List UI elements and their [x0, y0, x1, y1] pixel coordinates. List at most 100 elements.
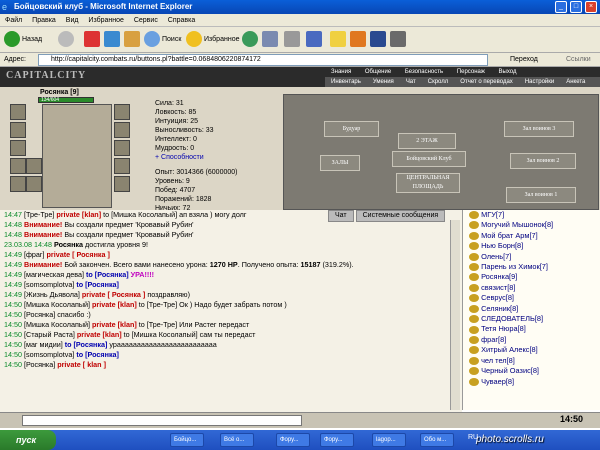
chat-segment[interactable]: Внимание!: [24, 260, 64, 269]
belt-slot[interactable]: [10, 158, 26, 174]
map-room[interactable]: Зал воинов 2: [510, 153, 576, 169]
online-user[interactable]: Севрус[8]: [463, 293, 600, 303]
weapon-slot[interactable]: [10, 122, 26, 138]
online-user[interactable]: Росянка[9]: [463, 272, 600, 282]
item-slot[interactable]: [114, 140, 130, 156]
abilities-link[interactable]: + Способности: [155, 153, 290, 162]
minimize-button[interactable]: _: [555, 1, 567, 13]
nav-settings[interactable]: Настройки: [525, 79, 554, 85]
online-user[interactable]: МГУ[7]: [463, 210, 600, 220]
nav-transfers[interactable]: Отчет о переводах: [460, 79, 513, 85]
tab-chat[interactable]: Чат: [328, 210, 354, 222]
go-button[interactable]: Переход: [510, 53, 538, 67]
chat-segment[interactable]: private [ Росянка ]: [47, 250, 110, 259]
map-room[interactable]: 2 ЭТАЖ: [398, 133, 456, 149]
online-user[interactable]: Мой брат Арм[7]: [463, 231, 600, 241]
back-button[interactable]: Назад: [4, 30, 42, 50]
item-slot[interactable]: [114, 176, 130, 192]
map-room[interactable]: Зал воинов 1: [506, 187, 576, 203]
chat-segment[interactable]: to [Росянка]: [86, 270, 131, 279]
online-user[interactable]: Чуваер[8]: [463, 377, 600, 387]
k-button[interactable]: [370, 30, 388, 50]
menu-help[interactable]: Справка: [168, 17, 195, 24]
task-button[interactable]: Обо м...: [420, 433, 454, 447]
online-user[interactable]: Нью Борн[8]: [463, 241, 600, 251]
menu-view[interactable]: Вид: [66, 17, 79, 24]
item-slot[interactable]: [114, 158, 130, 174]
online-user[interactable]: Парень из Химок[7]: [463, 262, 600, 272]
online-user[interactable]: СЛЕДОВАТЕЛЬ[8]: [463, 314, 600, 324]
chat-segment[interactable]: Внимание!: [24, 230, 64, 239]
start-button[interactable]: пуск: [0, 430, 56, 450]
task-button[interactable]: Бойцо...: [170, 433, 204, 447]
item-slot[interactable]: [114, 104, 130, 120]
chat-scrollbar[interactable]: [450, 220, 460, 410]
online-user[interactable]: фраг[8]: [463, 335, 600, 345]
menu-edit[interactable]: Правка: [32, 17, 56, 24]
messenger-button[interactable]: [330, 30, 348, 50]
task-button[interactable]: lagop...: [372, 433, 406, 447]
map-room[interactable]: ЦЕНТРАЛЬНАЯ ПЛОЩАДЬ: [396, 173, 460, 193]
chat-input[interactable]: [22, 415, 302, 426]
chat-segment[interactable]: Внимание!: [24, 220, 64, 229]
nav-inventory[interactable]: Инвентарь: [331, 79, 361, 85]
chat-segment[interactable]: private [klan]: [92, 300, 139, 309]
tool-button[interactable]: [350, 30, 368, 50]
print-button[interactable]: [284, 30, 302, 50]
links-button[interactable]: Ссылки: [566, 53, 591, 67]
edit-button[interactable]: [306, 30, 324, 50]
maximize-button[interactable]: □: [570, 1, 582, 13]
tab-system-messages[interactable]: Системные сообщения: [355, 210, 446, 222]
item-slot[interactable]: [114, 122, 130, 138]
chat-segment[interactable]: private [ klan ]: [57, 360, 106, 369]
menu-file[interactable]: Файл: [5, 17, 22, 24]
chat-segment[interactable]: to [Росянка]: [76, 280, 119, 289]
history-button[interactable]: [242, 30, 260, 50]
forward-button[interactable]: [58, 30, 76, 50]
nav-skills[interactable]: Умения: [373, 79, 394, 85]
online-user[interactable]: Черный Оазис[8]: [463, 366, 600, 376]
online-user[interactable]: Хитрый Алекс[8]: [463, 345, 600, 355]
online-user[interactable]: связист[8]: [463, 283, 600, 293]
map-room[interactable]: ЗАЛЫ: [320, 155, 360, 171]
task-button[interactable]: Всё о...: [220, 433, 254, 447]
nav-communication[interactable]: Общение: [365, 69, 391, 75]
online-user[interactable]: Тетя Нюра[8]: [463, 324, 600, 334]
chat-segment[interactable]: private [klan]: [92, 320, 139, 329]
nav-chat[interactable]: Чат: [406, 79, 416, 85]
menu-favorites[interactable]: Избранное: [88, 17, 123, 24]
online-user[interactable]: Олень[7]: [463, 252, 600, 262]
item-slot[interactable]: [26, 158, 42, 174]
nav-security[interactable]: Безопасность: [405, 69, 443, 75]
map-room[interactable]: Зал воинов 3: [504, 121, 574, 137]
mail-button[interactable]: [262, 30, 280, 50]
close-button[interactable]: ×: [585, 1, 597, 13]
nav-profile[interactable]: Анкета: [566, 79, 585, 85]
home-button[interactable]: [124, 30, 142, 50]
research-button[interactable]: [390, 30, 408, 50]
map-room[interactable]: Бойцовский Клуб: [392, 151, 466, 167]
ring-slot[interactable]: [10, 176, 26, 192]
armor-slot[interactable]: [10, 140, 26, 156]
address-input[interactable]: http://capitalcity.combats.ru/buttons.pl…: [38, 54, 488, 66]
online-user[interactable]: чел тел[8]: [463, 356, 600, 366]
favorites-button[interactable]: Избранное: [186, 30, 239, 50]
chat-segment[interactable]: private [klan]: [77, 330, 124, 339]
map-room[interactable]: Будуар: [324, 121, 379, 137]
helmet-slot[interactable]: [10, 104, 26, 120]
online-user[interactable]: Могучий Мышонок[8]: [463, 220, 600, 230]
chat-segment[interactable]: private [ Росянка ]: [82, 290, 147, 299]
chat-segment[interactable]: to [Росянка]: [76, 350, 119, 359]
nav-knowledge[interactable]: Знания: [331, 69, 351, 75]
task-button[interactable]: Фору...: [276, 433, 310, 447]
online-user[interactable]: Селяник[8]: [463, 304, 600, 314]
task-button[interactable]: Фору...: [320, 433, 354, 447]
nav-character[interactable]: Персонаж: [457, 69, 485, 75]
nav-scroll[interactable]: Скролл: [428, 79, 449, 85]
chat-segment[interactable]: private [klan]: [56, 210, 103, 219]
nav-exit[interactable]: Выход: [499, 69, 517, 75]
search-button[interactable]: Поиск: [144, 30, 181, 50]
chat-segment[interactable]: to [Росянка]: [65, 340, 110, 349]
menu-tools[interactable]: Сервис: [134, 17, 158, 24]
stop-button[interactable]: [84, 30, 102, 50]
